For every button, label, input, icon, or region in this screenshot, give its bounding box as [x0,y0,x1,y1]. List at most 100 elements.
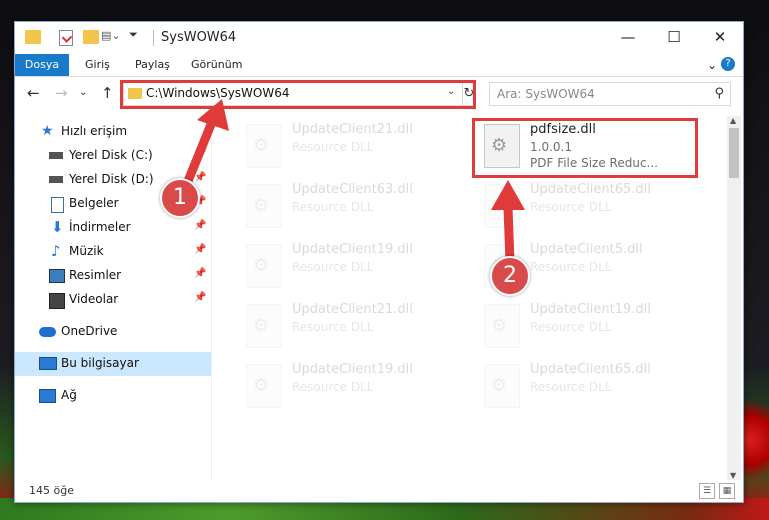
dll-file-icon [246,304,282,348]
tab-home[interactable]: Giriş [77,54,118,76]
pin-icon[interactable]: 📌 [194,292,206,303]
list-item[interactable]: UpdateClient65.dll Resource DLL [472,360,702,412]
sidebar-item-label: Belgeler [69,196,119,210]
sidebar-item-videos[interactable]: Videolar 📌 [15,288,211,312]
sidebar-item-label: Ağ [61,388,77,402]
up-button[interactable]: ↑ [101,84,114,102]
properties-icon[interactable] [59,30,73,46]
title-bar: ▤⌄ ⏷ SysWOW64 — ☐ ✕ [15,22,743,54]
tab-share[interactable]: Paylaş [127,54,178,76]
list-item[interactable]: UpdateClient19.dll Resource DLL [234,240,464,292]
download-icon: ⬇ [51,218,64,236]
document-icon [51,197,64,213]
sidebar-item-music[interactable]: ♪ Müzik 📌 [15,240,211,264]
dll-file-icon [484,364,520,408]
pictures-icon [49,269,65,283]
pin-icon[interactable]: 📌 [194,268,206,279]
music-icon: ♪ [51,242,61,260]
customize-toolbar-icon[interactable]: ⏷ [129,28,145,42]
view-options-icon[interactable]: ▤⌄ [101,29,121,43]
sidebar-item-pictures[interactable]: Resimler 📌 [15,264,211,288]
sidebar-item-label: İndirmeler [69,220,131,234]
pin-icon[interactable]: 📌 [194,244,206,255]
sidebar-item-label: Müzik [69,244,104,258]
list-item[interactable]: UpdateClient21.dll Resource DLL [234,120,464,172]
file-type: Resource DLL [292,140,374,154]
file-name: UpdateClient21.dll [292,302,413,317]
list-item[interactable]: UpdateClient63.dll Resource DLL [234,180,464,232]
sidebar-item-this-pc[interactable]: Bu bilgisayar [15,352,211,376]
drive-icon [49,176,63,183]
sidebar-item-downloads[interactable]: ⬇ İndirmeler 📌 [15,216,211,240]
tab-view[interactable]: Görünüm [183,54,250,76]
video-icon [49,293,65,309]
dll-file-icon [484,304,520,348]
sidebar-item-label: Videolar [69,292,119,306]
sidebar-item-onedrive[interactable]: OneDrive [15,320,211,344]
scroll-down-icon[interactable]: ▼ [730,471,736,480]
title-separator [153,30,154,46]
computer-icon [39,357,57,370]
file-type: Resource DLL [292,320,374,334]
sidebar-item-network[interactable]: Ağ [15,384,211,408]
folder-icon[interactable] [25,30,41,44]
sidebar-item-label: Resimler [69,268,122,282]
file-highlight [472,118,698,178]
file-name: UpdateClient21.dll [292,122,413,137]
step-badge-1: 1 [160,178,200,218]
file-name: UpdateClient5.dll [530,242,643,257]
dll-file-icon [246,244,282,288]
sidebar-item-label: OneDrive [61,324,118,338]
sidebar-item-disk-c[interactable]: Yerel Disk (C:) 📌 [15,144,211,168]
file-name: UpdateClient63.dll [292,182,413,197]
step-badge-2: 2 [490,256,530,296]
forward-button[interactable]: → [55,84,68,102]
search-icon[interactable]: ⚲ [714,86,724,101]
navigation-pane: ★ Hızlı erişim Yerel Disk (C:) 📌 Yerel D… [15,116,211,480]
file-type: Resource DLL [530,320,612,334]
tab-file[interactable]: Dosya [15,54,69,76]
status-bar: 145 öğe ☰ ▦ [15,480,743,502]
sidebar-item-label: Yerel Disk (C:) [69,148,153,162]
search-box[interactable]: Ara: SysWOW64 ⚲ [489,82,731,106]
item-count: 145 öğe [29,484,74,497]
window-title: SysWOW64 [161,30,237,45]
drive-icon [49,152,63,159]
file-name: UpdateClient19.dll [292,242,413,257]
list-item[interactable]: UpdateClient19.dll Resource DLL [472,300,702,352]
file-type: Resource DLL [530,380,612,394]
scroll-up-icon[interactable]: ▲ [730,116,736,125]
minimize-button[interactable]: — [605,22,651,52]
list-item[interactable]: UpdateClient21.dll Resource DLL [234,300,464,352]
file-name: UpdateClient65.dll [530,362,651,377]
file-type: Resource DLL [530,260,612,274]
ribbon-tabs: Dosya Giriş Paylaş Görünüm ⌄ ? [15,54,743,77]
close-button[interactable]: ✕ [697,22,743,52]
cloud-icon [39,327,56,337]
maximize-button[interactable]: ☐ [651,22,697,52]
back-button[interactable]: ← [27,84,40,102]
tiles-view-icon[interactable]: ▦ [719,483,735,499]
pin-icon[interactable]: 📌 [194,220,206,231]
pane-divider[interactable] [211,116,212,480]
pin-icon[interactable]: 📌 [194,172,206,183]
sidebar-item-label: Yerel Disk (D:) [69,172,154,186]
new-folder-icon[interactable] [83,30,99,44]
sidebar-item-quick-access[interactable]: ★ Hızlı erişim [15,120,211,144]
sidebar-item-label: Bu bilgisayar [61,356,139,370]
list-item[interactable]: UpdateClient19.dll Resource DLL [234,360,464,412]
vertical-scrollbar[interactable]: ▲ ▼ [727,116,741,480]
recent-locations-button[interactable]: ⌄ [79,87,87,98]
dll-file-icon [246,124,282,168]
pin-icon[interactable]: 📌 [194,148,206,159]
search-input[interactable]: Ara: SysWOW64 [497,87,595,101]
scroll-thumb[interactable] [729,128,739,178]
help-icon[interactable]: ? [721,57,735,71]
dll-file-icon [246,184,282,228]
file-type: Resource DLL [530,200,612,214]
dll-file-icon [246,364,282,408]
file-name: UpdateClient19.dll [292,362,413,377]
list-item[interactable]: UpdateClient65.dll Resource DLL [472,180,702,232]
file-type: Resource DLL [292,200,374,214]
details-view-icon[interactable]: ☰ [699,483,715,499]
